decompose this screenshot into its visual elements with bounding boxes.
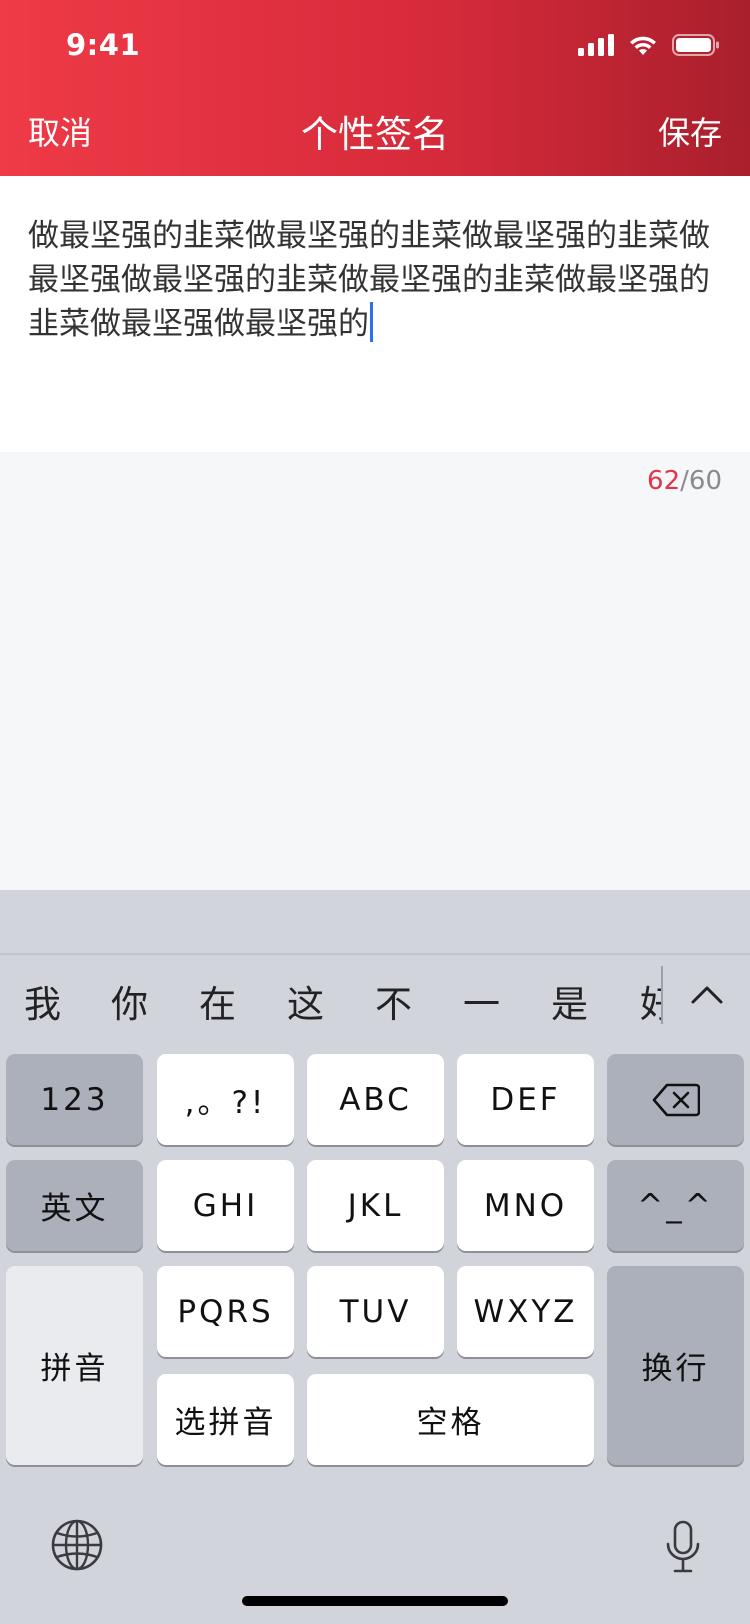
key-def[interactable]: DEF — [457, 1054, 594, 1145]
space-key[interactable]: 空格 — [307, 1374, 594, 1465]
candidate-word[interactable]: 好 — [640, 974, 661, 1024]
key-punctuation[interactable]: ,。?! — [157, 1054, 294, 1145]
status-time: 9:41 — [66, 28, 141, 62]
key-pqrs[interactable]: PQRS — [157, 1266, 294, 1357]
chevron-up-icon[interactable] — [685, 974, 729, 1014]
counter-current: 62 — [647, 466, 681, 496]
key-jkl[interactable]: JKL — [307, 1160, 444, 1251]
key-abc[interactable]: ABC — [307, 1054, 444, 1145]
key-wxyz[interactable]: WXYZ — [457, 1266, 594, 1357]
screen: 9:41 取消 个性签名 保存 做最坚强的韭菜做最坚强的韭菜做最坚强的韭菜做最坚… — [0, 0, 750, 1624]
backspace-icon — [652, 1083, 700, 1116]
home-indicator — [242, 1596, 508, 1606]
candidate-divider — [661, 966, 663, 1024]
text-cursor — [370, 302, 373, 342]
battery-icon — [672, 34, 719, 56]
key-select-pinyin[interactable]: 选拼音 — [157, 1374, 294, 1465]
header: 9:41 取消 个性签名 保存 — [0, 0, 750, 176]
candidate-word[interactable]: 我 — [24, 974, 61, 1028]
candidate-word[interactable]: 在 — [199, 974, 236, 1028]
microphone-icon[interactable] — [664, 1520, 702, 1576]
candidate-word[interactable]: 一 — [463, 974, 500, 1028]
signature-text: 做最坚强的韭菜做最坚强的韭菜做最坚强的韭菜做最坚强做最坚强的韭菜做最坚强的韭菜做… — [28, 218, 710, 342]
key-english[interactable]: 英文 — [6, 1160, 143, 1251]
candidate-word[interactable]: 这 — [287, 974, 324, 1028]
key-return[interactable]: 换行 — [607, 1266, 744, 1465]
key-mno[interactable]: MNO — [457, 1160, 594, 1251]
delete-key[interactable] — [607, 1054, 744, 1145]
signature-text-content: 做最坚强的韭菜做最坚强的韭菜做最坚强的韭菜做最坚强做最坚强的韭菜做最坚强的韭菜做… — [28, 214, 722, 346]
candidate-word[interactable]: 是 — [551, 974, 588, 1028]
globe-icon[interactable] — [50, 1518, 104, 1572]
signature-text-area[interactable]: 做最坚强的韭菜做最坚强的韭菜做最坚强的韭菜做最坚强做最坚强的韭菜做最坚强的韭菜做… — [0, 176, 750, 452]
page-title: 个性签名 — [301, 113, 449, 156]
save-button[interactable]: 保存 — [658, 108, 722, 154]
counter-separator: / — [680, 466, 689, 496]
status-icons — [578, 34, 720, 56]
keyboard-top-strip — [0, 890, 750, 955]
key-ghi[interactable]: GHI — [157, 1160, 294, 1251]
cellular-signal-icon — [578, 34, 614, 56]
keyboard: 我 你 在 这 不 一 是 好 — [0, 890, 750, 1624]
wifi-icon — [630, 36, 656, 55]
character-counter: 62/60 — [647, 466, 722, 496]
candidate-word[interactable]: 不 — [375, 974, 412, 1028]
key-123[interactable]: 123 — [6, 1054, 143, 1145]
candidate-clip: 好 — [640, 974, 661, 1024]
key-tuv[interactable]: TUV — [307, 1266, 444, 1357]
counter-max: 60 — [688, 466, 722, 496]
candidate-bar: 我 你 在 这 不 一 是 好 — [0, 954, 750, 1036]
key-pinyin[interactable]: 拼音 — [6, 1266, 143, 1465]
key-emoticon[interactable]: ^_^ — [607, 1160, 744, 1251]
candidate-word[interactable]: 你 — [111, 974, 148, 1028]
